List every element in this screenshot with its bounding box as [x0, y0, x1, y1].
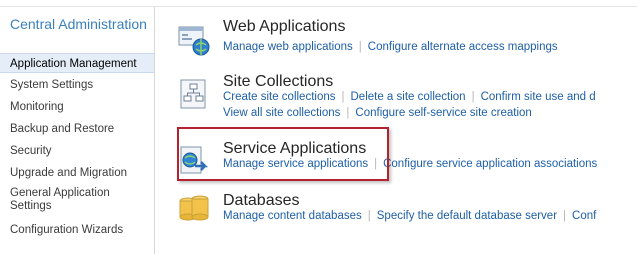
section-site-collections: Site Collections Create site collections…: [155, 70, 637, 126]
nav-upgrade-and-migration[interactable]: Upgrade and Migration: [0, 163, 154, 183]
confirm-site-use-link[interactable]: Confirm site use and d: [481, 91, 596, 103]
nav-application-management[interactable]: Application Management: [0, 53, 154, 73]
configure-alternate-access-mappings-link[interactable]: Configure alternate access mappings: [368, 41, 558, 53]
link-separator: |: [346, 107, 350, 119]
section-databases: Databases Manage content databases | Speci…: [155, 189, 637, 237]
main-content: Web Applications Manage web applications…: [155, 7, 637, 254]
delete-site-collection-link[interactable]: Delete a site collection: [351, 91, 466, 103]
left-navigation: Central Administration Application Manag…: [0, 7, 155, 254]
databases-icon: [179, 195, 209, 221]
specify-default-database-server-link[interactable]: Specify the default database server: [377, 210, 557, 222]
nav-backup-and-restore[interactable]: Backup and Restore: [0, 119, 154, 139]
view-all-site-collections-link[interactable]: View all site collections: [223, 107, 340, 119]
nav-configuration-wizards[interactable]: Configuration Wizards: [0, 220, 154, 240]
configure-self-service-site-creation-link[interactable]: Configure self-service site creation: [355, 107, 531, 119]
databases-links: Manage content databases | Specify the def…: [223, 210, 596, 222]
link-separator: |: [563, 210, 567, 222]
web-applications-icon: [178, 26, 210, 56]
nav-system-settings[interactable]: System Settings: [0, 75, 154, 95]
link-separator: |: [341, 91, 345, 103]
site-collections-links-row-2: View all site collections | Configure self…: [223, 107, 532, 119]
web-applications-title[interactable]: Web Applications: [223, 18, 345, 36]
manage-web-applications-link[interactable]: Manage web applications: [223, 41, 353, 53]
nav-general-application-settings[interactable]: General Application Settings: [0, 186, 140, 216]
databases-title[interactable]: Databases: [223, 192, 300, 210]
create-site-collections-link[interactable]: Create site collections: [223, 91, 336, 103]
site-collections-links-row-1: Create site collections | Delete a site co…: [223, 91, 596, 103]
service-applications-highlight-box: [177, 127, 389, 181]
site-collections-title[interactable]: Site Collections: [223, 73, 333, 91]
nav-monitoring[interactable]: Monitoring: [0, 97, 154, 117]
link-separator: |: [358, 41, 362, 53]
manage-content-databases-link[interactable]: Manage content databases: [223, 210, 362, 222]
link-separator: |: [471, 91, 475, 103]
link-separator: |: [367, 210, 371, 222]
nav-security[interactable]: Security: [0, 141, 154, 161]
configure-service-application-associations-link[interactable]: Configure service application associatio…: [383, 158, 597, 170]
web-applications-links: Manage web applications | Configure altern…: [223, 41, 558, 53]
top-border: [0, 0, 637, 7]
central-administration-title[interactable]: Central Administration: [10, 16, 150, 32]
section-web-applications: Web Applications Manage web applications…: [155, 15, 637, 63]
configure-databases-link[interactable]: Conf: [572, 210, 596, 222]
site-collections-icon: [180, 79, 206, 109]
